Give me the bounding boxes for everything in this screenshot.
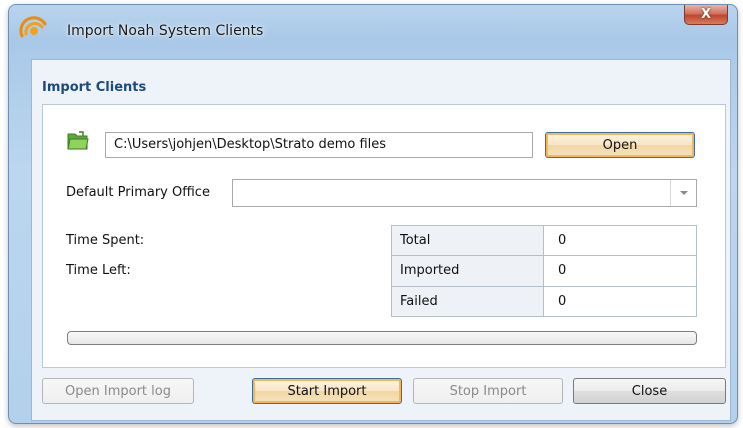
close-icon: X (700, 7, 712, 22)
default-primary-office-select[interactable] (232, 179, 697, 207)
window-close-button[interactable]: X (684, 5, 728, 25)
open-button[interactable]: Open (545, 132, 695, 158)
stat-total-value: 0 (543, 224, 697, 257)
import-progress-bar (67, 331, 697, 345)
start-import-button[interactable]: Start Import (252, 378, 402, 404)
stat-imported-label: Imported (391, 255, 544, 287)
stop-import-button[interactable]: Stop Import (413, 378, 563, 404)
table-row: Imported 0 (391, 255, 697, 287)
stat-failed-value: 0 (543, 285, 697, 318)
close-button[interactable]: Close (573, 378, 726, 404)
noah-swirl-icon (19, 15, 49, 45)
file-path-input[interactable]: C:\Users\johjen\Desktop\Strato demo file… (105, 132, 533, 158)
import-stats-table: Total 0 Imported 0 Failed 0 (391, 224, 697, 318)
time-spent-label: Time Spent: (66, 233, 145, 248)
window-title: Import Noah System Clients (67, 23, 264, 39)
table-row: Total 0 (391, 224, 697, 257)
client-area: Import Clients C:\Users\johjen\Desktop\S… (31, 59, 731, 421)
default-primary-office-label: Default Primary Office (66, 185, 210, 200)
chevron-down-icon[interactable] (670, 180, 696, 206)
table-row: Failed 0 (391, 285, 697, 318)
stat-imported-value: 0 (543, 255, 697, 287)
import-clients-group: C:\Users\johjen\Desktop\Strato demo file… (42, 104, 726, 368)
open-import-log-button[interactable]: Open Import log (42, 378, 194, 404)
folder-open-icon[interactable] (67, 131, 89, 151)
stat-total-label: Total (391, 224, 544, 257)
time-left-label: Time Left: (66, 263, 131, 278)
title-bar[interactable]: Import Noah System Clients X (9, 5, 737, 55)
group-title: Import Clients (42, 80, 147, 95)
import-dialog-window: Import Noah System Clients X Import Clie… (8, 4, 738, 424)
stat-failed-label: Failed (391, 285, 544, 318)
